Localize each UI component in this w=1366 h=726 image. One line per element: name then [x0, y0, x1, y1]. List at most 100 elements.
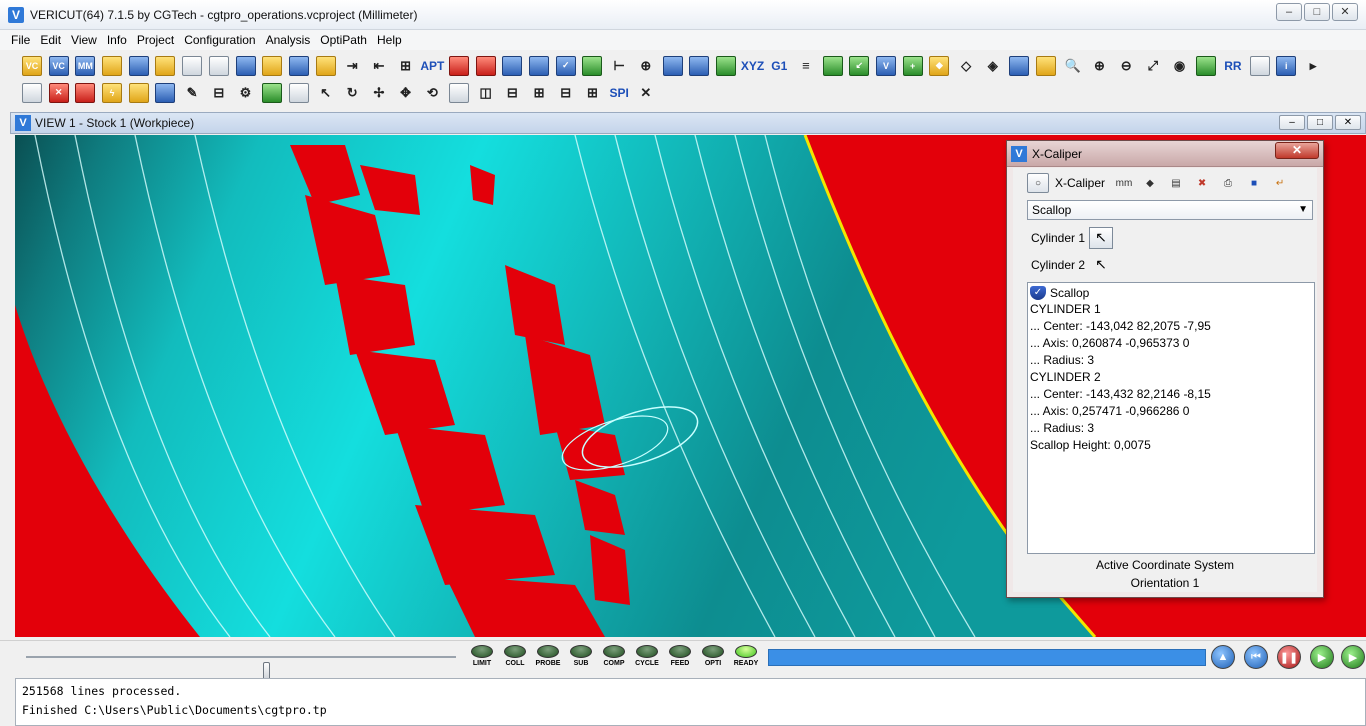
menu-optipath[interactable]: OptiPath — [315, 33, 372, 47]
notes-icon[interactable] — [208, 55, 229, 76]
save-as-icon[interactable]: MM — [75, 55, 96, 76]
message-log[interactable]: 251568 lines processed. Finished C:\User… — [15, 678, 1366, 726]
close-button[interactable]: ✕ — [1332, 3, 1358, 21]
tool-manager-icon[interactable] — [315, 55, 336, 76]
eye-icon[interactable]: ◉ — [1170, 56, 1190, 76]
settings-icon[interactable] — [529, 55, 550, 76]
save-stock-icon[interactable] — [689, 55, 710, 76]
pick-cursor-icon[interactable]: ↖ — [1089, 226, 1113, 249]
results-panel[interactable]: ✓ Scallop CYLINDER 1 ... Center: -143,042… — [1027, 282, 1315, 554]
import-icon[interactable] — [155, 55, 176, 76]
more-icon[interactable]: ▸ — [1303, 56, 1323, 76]
document-icon[interactable] — [182, 55, 203, 76]
menu-help[interactable]: Help — [372, 33, 407, 47]
cursor-select-icon[interactable]: ○ — [1027, 173, 1049, 193]
color-icon[interactable] — [1009, 55, 1030, 76]
menu-file[interactable]: File — [6, 33, 35, 47]
clear-icon[interactable]: ✕ — [48, 82, 69, 103]
add-tool-icon[interactable]: + — [902, 55, 923, 76]
target-icon[interactable]: ⊕ — [636, 56, 656, 76]
menu-edit[interactable]: Edit — [35, 33, 66, 47]
pick-cursor-icon[interactable]: ↖ — [1089, 254, 1113, 276]
lamp-ready[interactable]: READY — [730, 645, 762, 667]
x-caliper-close-button[interactable]: ✕ — [1275, 142, 1319, 159]
lamp-feed[interactable]: FEED — [664, 645, 696, 667]
g-code-icon[interactable]: ⊢ — [609, 56, 629, 76]
pan-icon[interactable]: ✥ — [396, 83, 416, 103]
info-icon[interactable]: i — [1276, 55, 1297, 76]
measure-icon[interactable]: ◇ — [956, 56, 976, 76]
rewind-button[interactable]: ⏮ — [1244, 645, 1268, 669]
home-icon[interactable] — [1249, 55, 1270, 76]
list-icon[interactable]: ≡ — [796, 56, 816, 76]
view-close-button[interactable]: ✕ — [1335, 115, 1361, 130]
lamp-probe[interactable]: PROBE — [532, 645, 564, 667]
cube-icon[interactable] — [128, 82, 149, 103]
landscape-icon[interactable] — [262, 82, 283, 103]
save-project-icon[interactable]: VC — [48, 55, 69, 76]
machine-view-icon[interactable]: ⊟ — [209, 83, 229, 103]
view-minimize-button[interactable]: – — [1279, 115, 1305, 130]
lamp-sub[interactable]: SUB — [565, 645, 597, 667]
export-icon[interactable] — [288, 55, 309, 76]
folder-icon[interactable]: ▤ — [1165, 173, 1187, 193]
zoom-out-icon[interactable]: ⊖ — [1116, 56, 1136, 76]
layout-three-icon[interactable]: ⊞ — [529, 83, 549, 103]
delete-icon[interactable]: ✖ — [1191, 173, 1213, 193]
save-model-icon[interactable] — [662, 55, 683, 76]
rr-icon[interactable]: RR — [1223, 56, 1243, 76]
zoom-icon[interactable]: 🔍 — [1063, 56, 1083, 76]
save-file-icon[interactable] — [128, 55, 149, 76]
compare-icon[interactable] — [822, 55, 843, 76]
layout-four-icon[interactable]: ⊞ — [582, 83, 602, 103]
close-red-icon[interactable]: ✕ — [636, 83, 656, 103]
save-layout-icon[interactable] — [235, 55, 256, 76]
multi-cube-icon[interactable] — [155, 82, 176, 103]
printer-icon[interactable] — [288, 82, 309, 103]
machine-icon[interactable] — [475, 55, 496, 76]
exit-icon[interactable]: ↵ — [1269, 173, 1291, 193]
reset-model-button[interactable]: ▲ — [1211, 645, 1235, 669]
layout-three-b-icon[interactable]: ⊟ — [556, 83, 576, 103]
rotate-icon[interactable]: ↻ — [342, 83, 362, 103]
report-icon[interactable] — [449, 55, 469, 76]
menu-info[interactable]: Info — [102, 33, 132, 47]
open-file-icon[interactable] — [102, 55, 123, 76]
menu-view[interactable]: View — [66, 33, 102, 47]
xy-icon[interactable]: ✢ — [369, 83, 389, 103]
apt-icon[interactable]: APT — [420, 56, 444, 76]
stop-button[interactable]: ❚❚ — [1277, 645, 1301, 669]
palette-icon[interactable] — [1036, 55, 1057, 76]
x-caliper-titlebar[interactable]: V X-Caliper ✕ — [1007, 141, 1323, 167]
step-button[interactable]: ▶ — [1310, 645, 1334, 669]
section-icon[interactable]: ◈ — [983, 56, 1003, 76]
layout-horizontal-icon[interactable]: ⊟ — [502, 83, 522, 103]
tool-path-icon[interactable]: ✎ — [182, 83, 202, 103]
axis-x-icon[interactable]: ↖ — [316, 83, 336, 103]
lightning-icon[interactable]: ϟ — [102, 82, 123, 103]
tool-color-icon[interactable] — [75, 82, 96, 103]
diamond-icon[interactable]: ◆ — [929, 55, 950, 76]
maximize-button[interactable]: □ — [1304, 3, 1330, 21]
menu-project[interactable]: Project — [132, 33, 179, 47]
run-to-icon[interactable]: ⇤ — [369, 56, 389, 76]
ruler-icon[interactable]: mm — [1113, 173, 1135, 193]
open-project-icon[interactable]: VC — [22, 55, 42, 76]
open-layout-icon[interactable] — [262, 55, 283, 76]
animation-speed-slider[interactable] — [26, 656, 456, 682]
save-icon[interactable]: ■ — [1243, 173, 1265, 193]
layout-vertical-icon[interactable]: ◫ — [476, 83, 496, 103]
lamp-limit[interactable]: LIMIT — [466, 645, 498, 667]
table-icon[interactable] — [582, 55, 603, 76]
g1-icon[interactable]: G1 — [769, 56, 789, 76]
menu-analysis[interactable]: Analysis — [261, 33, 316, 47]
components-icon[interactable]: ⚙ — [236, 83, 256, 103]
variables-icon[interactable] — [715, 55, 736, 76]
check-shield-icon[interactable]: ✓ — [555, 55, 576, 76]
zoom-in-icon[interactable]: ⊕ — [1090, 56, 1110, 76]
view-options-icon[interactable] — [1196, 55, 1217, 76]
print-icon[interactable]: ⎙ — [1217, 173, 1239, 193]
spi-icon[interactable]: SPI — [609, 83, 629, 103]
shield-icon[interactable]: ◆ — [1139, 173, 1161, 193]
lamp-coll[interactable]: COLL — [499, 645, 531, 667]
